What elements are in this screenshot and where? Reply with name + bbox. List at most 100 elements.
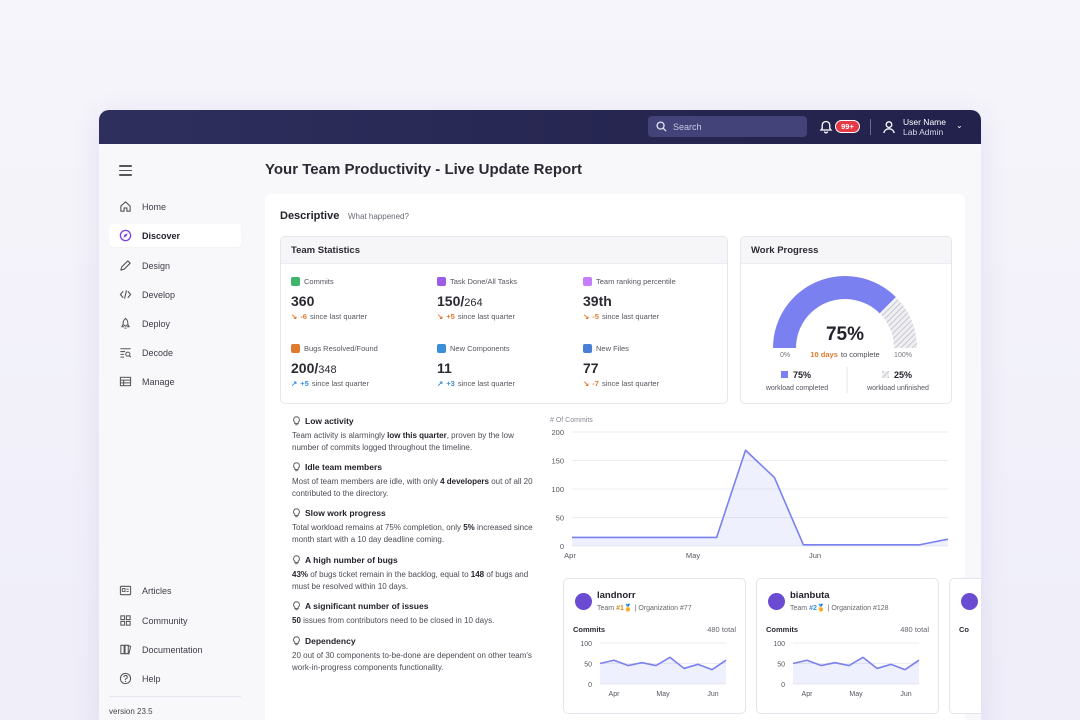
sidebar-item-articles[interactable]: Articles xyxy=(109,579,241,602)
insight-title: Dependency xyxy=(292,636,537,646)
silver-medal-icon: 🏅 xyxy=(816,605,826,612)
stat-label-text: Bugs Resolved/Found xyxy=(304,344,378,353)
sidebar-item-label: Articles xyxy=(142,585,172,596)
contributor-card[interactable]: landnorr Team #1🏅 | Organization #77 Com… xyxy=(563,578,746,714)
insight-title: A significant number of issues xyxy=(292,601,537,611)
sidebar-item-decode[interactable]: Decode xyxy=(109,341,241,364)
org-rank: #128 xyxy=(872,605,889,612)
lightbulb-icon xyxy=(293,601,300,611)
stat-icon xyxy=(291,277,300,286)
stat-item: Bugs Resolved/Found 200/348 ↗ +5 since last … xyxy=(291,344,421,388)
sidebar-item-design[interactable]: Design xyxy=(109,254,241,277)
insight-text: Total workload remains at 75% completion… xyxy=(292,523,533,544)
y-tick-label: 0 xyxy=(588,682,592,689)
days-suffix: to complete xyxy=(841,350,880,359)
commits-label: Commits xyxy=(766,625,799,634)
sidebar-item-help[interactable]: Help xyxy=(109,667,241,690)
version-label: version 23.5 xyxy=(109,707,153,716)
topbar-divider xyxy=(870,119,871,135)
delta-period: since last quarter xyxy=(309,312,368,321)
contributor-name: bianbuta xyxy=(790,590,830,601)
card-title: Work Progress xyxy=(741,237,951,264)
trend-arrow-icon: ↘ xyxy=(583,379,590,388)
insight-title-text: A significant number of issues xyxy=(305,601,429,611)
completed-swatch xyxy=(781,371,788,378)
delta-period: since last quarter xyxy=(457,312,515,321)
insight-title-text: Idle team members xyxy=(305,462,383,472)
user-icon[interactable] xyxy=(882,120,896,134)
stat-delta: ↘ -6 since last quarter xyxy=(291,312,421,321)
delta-value: +5 xyxy=(446,312,455,321)
insight-title: Idle team members xyxy=(292,462,537,472)
page-title: Your Team Productivity - Live Update Rep… xyxy=(265,161,582,178)
stat-value-main: 360 xyxy=(291,293,315,309)
unfinished-label: workload unfinished xyxy=(866,385,929,392)
stat-icon xyxy=(437,344,446,353)
lightbulb-icon xyxy=(293,416,300,426)
hamburger-menu-icon[interactable] xyxy=(119,165,132,176)
stat-label-text: New Components xyxy=(450,344,510,353)
user-name[interactable]: User Name xyxy=(903,117,946,127)
insight-title: Low activity xyxy=(292,416,537,426)
stat-delta: ↘ +5 since last quarter xyxy=(437,312,567,321)
delta-value: -7 xyxy=(592,379,599,388)
gauge-min-label: 0% xyxy=(780,352,790,359)
stat-value: 200/348 xyxy=(291,360,421,376)
sidebar-item-deploy[interactable]: Deploy xyxy=(109,312,241,335)
y-tick-label: 100 xyxy=(580,641,592,648)
lightbulb-icon xyxy=(293,636,300,646)
y-tick-label: 0 xyxy=(781,682,785,689)
insight-text: 43% of bugs ticket remain in the backlog… xyxy=(292,570,529,591)
x-tick-label: Apr xyxy=(564,551,576,560)
stat-value-main: 200/ xyxy=(291,360,319,376)
card-title: Team Statistics xyxy=(281,237,727,264)
sidebar-item-label: Community xyxy=(142,615,188,626)
notification-badge[interactable]: 99+ xyxy=(835,120,860,133)
sidebar-item-home[interactable]: Home xyxy=(109,195,241,218)
chevron-down-icon[interactable]: ⌄ xyxy=(956,121,963,130)
contributor-meta: Team #1🏅 | Organization #77 xyxy=(597,605,692,612)
org-label: Organization xyxy=(638,605,679,612)
gold-medal-icon: 🏅 xyxy=(623,605,633,612)
bell-icon[interactable] xyxy=(819,120,833,134)
contributor-card[interactable]: Co xyxy=(949,578,981,714)
user-role: Lab Admin xyxy=(903,127,944,137)
stat-value-main: 11 xyxy=(437,360,452,376)
lightbulb-icon xyxy=(293,555,300,565)
avatar xyxy=(768,593,785,610)
chart-title: # Of Commits xyxy=(550,417,593,424)
search-input[interactable]: Search xyxy=(648,116,807,137)
contributor-card[interactable]: bianbuta Team #2🏅 | Organization #128 Co… xyxy=(756,578,939,714)
sidebar-item-manage[interactable]: Manage xyxy=(109,370,241,393)
y-tick-label: 50 xyxy=(556,514,564,523)
app-window: Search 99+ User Name Lab Admin ⌄ Home Di… xyxy=(99,110,981,720)
stat-value: 150/264 xyxy=(437,293,567,309)
sidebar-item-documentation[interactable]: Documentation xyxy=(109,638,241,661)
insight-title: A high number of bugs xyxy=(292,555,537,565)
sidebar-item-label: Home xyxy=(142,201,167,212)
descriptive-panel: Descriptive What happened? Team Statisti… xyxy=(265,194,981,720)
insight-item: Idle team members Most of team members ar… xyxy=(292,462,537,500)
sidebar-item-community[interactable]: Community xyxy=(109,609,241,632)
sidebar-item-develop[interactable]: Develop xyxy=(109,283,241,306)
stat-value-main: 39th xyxy=(583,293,612,309)
unfinished-swatch xyxy=(882,371,889,378)
x-tick-label: Apr xyxy=(609,691,621,698)
sidebar-item-label: Design xyxy=(142,260,171,271)
stat-icon xyxy=(583,277,592,286)
team-rank: #2 xyxy=(809,605,817,612)
sidebar-item-label: Help xyxy=(142,673,161,684)
y-tick-label: 50 xyxy=(584,662,592,669)
sidebar-item-label: Documentation xyxy=(142,644,203,655)
lightbulb-icon xyxy=(293,462,300,472)
insight-title-text: A high number of bugs xyxy=(305,555,398,565)
insight-item: A high number of bugs 43% of bugs ticket … xyxy=(292,555,537,593)
y-tick-label: 150 xyxy=(551,457,564,466)
x-tick-label: May xyxy=(849,691,863,698)
delta-period: since last quarter xyxy=(601,312,660,321)
stat-label: Task Done/All Tasks xyxy=(437,277,567,286)
stat-item: Commits 360 ↘ -6 since last quarter xyxy=(291,277,421,321)
sidebar-item-discover[interactable]: Discover xyxy=(109,224,241,247)
x-tick-label: May xyxy=(656,691,670,698)
stat-label: Bugs Resolved/Found xyxy=(291,344,421,353)
